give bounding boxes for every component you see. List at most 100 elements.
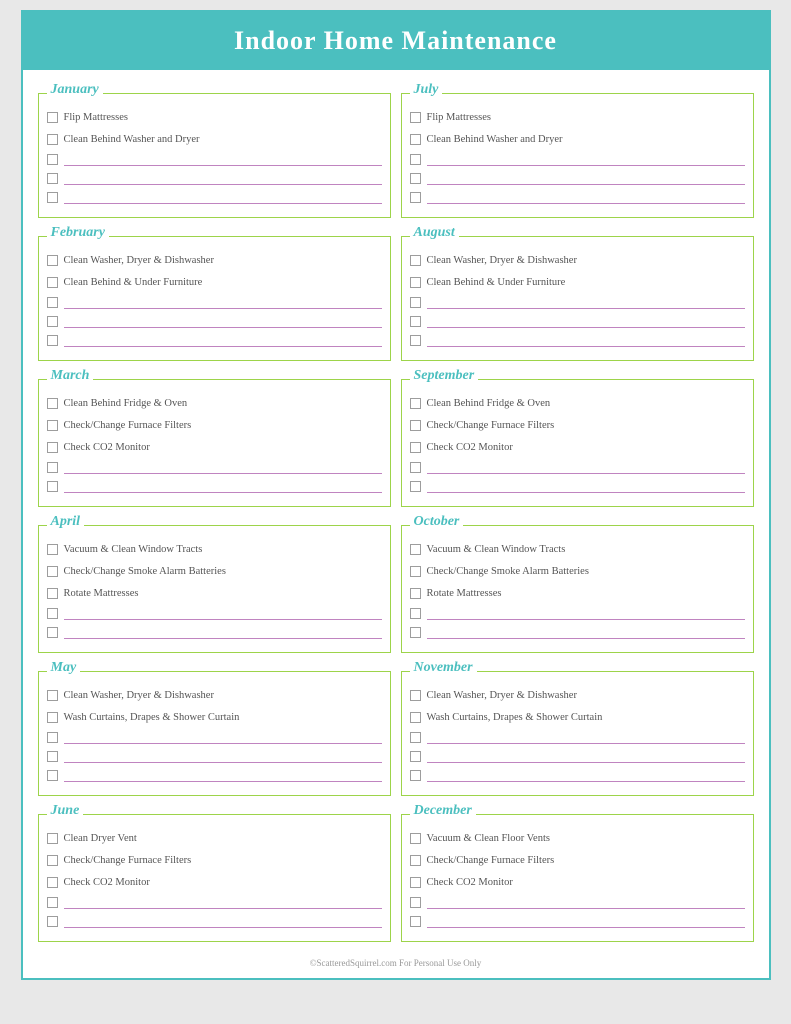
task-item[interactable]: Check/Change Furnace Filters (410, 416, 745, 434)
task-item[interactable]: Vacuum & Clean Window Tracts (410, 540, 745, 558)
blank-task-line[interactable] (47, 190, 382, 204)
task-item[interactable]: Clean Behind Washer and Dryer (47, 130, 382, 148)
blank-task-line[interactable] (47, 314, 382, 328)
blank-task-line[interactable] (410, 152, 745, 166)
blank-task-line[interactable] (47, 730, 382, 744)
blank-task-line[interactable] (410, 295, 745, 309)
checkbox-icon[interactable] (47, 192, 58, 203)
checkbox-icon[interactable] (410, 690, 421, 701)
task-item[interactable]: Check CO2 Monitor (47, 438, 382, 456)
checkbox-icon[interactable] (410, 420, 421, 431)
task-item[interactable]: Clean Behind & Under Furniture (47, 273, 382, 291)
task-item[interactable]: Check/Change Furnace Filters (410, 851, 745, 869)
checkbox-icon[interactable] (410, 833, 421, 844)
blank-task-line[interactable] (410, 171, 745, 185)
blank-task-line[interactable] (47, 460, 382, 474)
task-item[interactable]: Check/Change Furnace Filters (47, 851, 382, 869)
checkbox-icon[interactable] (410, 544, 421, 555)
task-item[interactable]: Vacuum & Clean Floor Vents (410, 829, 745, 847)
blank-task-line[interactable] (410, 314, 745, 328)
blank-task-line[interactable] (47, 768, 382, 782)
blank-task-line[interactable] (410, 730, 745, 744)
blank-task-line[interactable] (47, 914, 382, 928)
checkbox-icon[interactable] (47, 544, 58, 555)
checkbox-icon[interactable] (47, 112, 58, 123)
checkbox-icon[interactable] (410, 897, 421, 908)
task-item[interactable]: Clean Dryer Vent (47, 829, 382, 847)
task-item[interactable]: Check/Change Smoke Alarm Batteries (410, 562, 745, 580)
checkbox-icon[interactable] (47, 154, 58, 165)
task-item[interactable]: Flip Mattresses (410, 108, 745, 126)
checkbox-icon[interactable] (410, 751, 421, 762)
task-item[interactable]: Rotate Mattresses (47, 584, 382, 602)
checkbox-icon[interactable] (410, 770, 421, 781)
checkbox-icon[interactable] (47, 732, 58, 743)
checkbox-icon[interactable] (47, 897, 58, 908)
checkbox-icon[interactable] (47, 277, 58, 288)
task-item[interactable]: Check/Change Furnace Filters (47, 416, 382, 434)
task-item[interactable]: Clean Washer, Dryer & Dishwasher (47, 686, 382, 704)
checkbox-icon[interactable] (47, 335, 58, 346)
task-item[interactable]: Clean Behind & Under Furniture (410, 273, 745, 291)
blank-task-line[interactable] (410, 895, 745, 909)
checkbox-icon[interactable] (47, 134, 58, 145)
checkbox-icon[interactable] (47, 462, 58, 473)
checkbox-icon[interactable] (410, 566, 421, 577)
task-item[interactable]: Clean Behind Fridge & Oven (410, 394, 745, 412)
checkbox-icon[interactable] (410, 712, 421, 723)
checkbox-icon[interactable] (47, 420, 58, 431)
task-item[interactable]: Clean Washer, Dryer & Dishwasher (410, 251, 745, 269)
checkbox-icon[interactable] (410, 112, 421, 123)
blank-task-line[interactable] (410, 479, 745, 493)
checkbox-icon[interactable] (410, 335, 421, 346)
blank-task-line[interactable] (47, 333, 382, 347)
checkbox-icon[interactable] (410, 877, 421, 888)
task-item[interactable]: Check CO2 Monitor (410, 438, 745, 456)
checkbox-icon[interactable] (410, 173, 421, 184)
checkbox-icon[interactable] (47, 316, 58, 327)
checkbox-icon[interactable] (410, 916, 421, 927)
blank-task-line[interactable] (410, 606, 745, 620)
checkbox-icon[interactable] (410, 627, 421, 638)
checkbox-icon[interactable] (47, 877, 58, 888)
checkbox-icon[interactable] (47, 690, 58, 701)
checkbox-icon[interactable] (410, 588, 421, 599)
task-item[interactable]: Clean Washer, Dryer & Dishwasher (410, 686, 745, 704)
blank-task-line[interactable] (47, 606, 382, 620)
checkbox-icon[interactable] (47, 398, 58, 409)
checkbox-icon[interactable] (410, 442, 421, 453)
checkbox-icon[interactable] (47, 481, 58, 492)
blank-task-line[interactable] (47, 749, 382, 763)
checkbox-icon[interactable] (410, 732, 421, 743)
checkbox-icon[interactable] (47, 770, 58, 781)
blank-task-line[interactable] (410, 190, 745, 204)
task-item[interactable]: Clean Behind Fridge & Oven (47, 394, 382, 412)
blank-task-line[interactable] (47, 625, 382, 639)
checkbox-icon[interactable] (410, 277, 421, 288)
task-item[interactable]: Check CO2 Monitor (47, 873, 382, 891)
blank-task-line[interactable] (410, 768, 745, 782)
checkbox-icon[interactable] (47, 566, 58, 577)
checkbox-icon[interactable] (47, 712, 58, 723)
checkbox-icon[interactable] (410, 481, 421, 492)
checkbox-icon[interactable] (47, 751, 58, 762)
blank-task-line[interactable] (47, 152, 382, 166)
task-item[interactable]: Wash Curtains, Drapes & Shower Curtain (410, 708, 745, 726)
checkbox-icon[interactable] (410, 154, 421, 165)
blank-task-line[interactable] (47, 295, 382, 309)
task-item[interactable]: Vacuum & Clean Window Tracts (47, 540, 382, 558)
blank-task-line[interactable] (47, 895, 382, 909)
task-item[interactable]: Rotate Mattresses (410, 584, 745, 602)
blank-task-line[interactable] (410, 333, 745, 347)
blank-task-line[interactable] (47, 479, 382, 493)
checkbox-icon[interactable] (410, 608, 421, 619)
checkbox-icon[interactable] (410, 855, 421, 866)
task-item[interactable]: Check CO2 Monitor (410, 873, 745, 891)
checkbox-icon[interactable] (410, 134, 421, 145)
checkbox-icon[interactable] (47, 588, 58, 599)
task-item[interactable]: Wash Curtains, Drapes & Shower Curtain (47, 708, 382, 726)
checkbox-icon[interactable] (410, 255, 421, 266)
checkbox-icon[interactable] (410, 192, 421, 203)
checkbox-icon[interactable] (47, 833, 58, 844)
checkbox-icon[interactable] (47, 173, 58, 184)
